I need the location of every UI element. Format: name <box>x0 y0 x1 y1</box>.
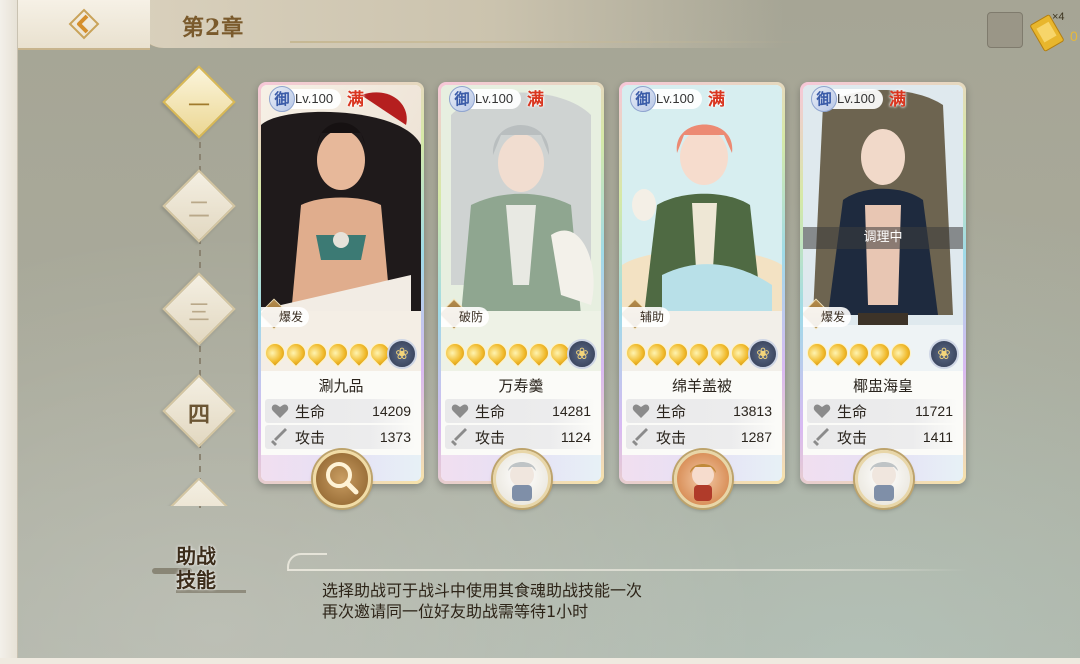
max-badge: 满 <box>889 90 906 110</box>
max-badge: 满 <box>708 90 725 110</box>
tab-chapter-3-label: 三 <box>187 301 210 326</box>
yu-badge-icon: 御 <box>449 86 475 112</box>
tab-chapter-1-label: 一 <box>187 94 210 119</box>
role-tag: 辅助 <box>622 307 671 327</box>
skill-divider <box>288 569 968 571</box>
hp-value: 14281 <box>552 403 591 419</box>
ticket-count-secondary: 0 <box>1070 28 1078 44</box>
chibi-avatar-icon <box>870 462 898 501</box>
role-tag: 破防 <box>441 307 490 327</box>
atk-label: 攻击 <box>837 428 868 447</box>
role-tag: 爆发 <box>261 307 310 327</box>
ticket-count: ×4 <box>1052 11 1065 23</box>
atk-value: 1124 <box>560 429 591 445</box>
friend-avatar-button[interactable] <box>493 450 551 508</box>
character-name: 万寿羹 <box>498 377 544 395</box>
element-icon: ❀ <box>748 339 778 369</box>
helper-card[interactable]: 御 Lv.100 满 破防 ❀ 万寿羹 生命 14281 攻击 1124 <box>438 82 604 484</box>
header-divider <box>290 41 810 43</box>
max-badge: 满 <box>347 90 364 110</box>
tab-chapter-4-label: 四 <box>187 402 210 428</box>
atk-label: 攻击 <box>475 428 506 447</box>
atk-label: 攻击 <box>656 428 687 447</box>
heart-icon <box>811 400 833 422</box>
character-portrait <box>622 85 782 371</box>
character-portrait <box>441 85 601 371</box>
yu-badge-icon: 御 <box>811 86 837 112</box>
sword-icon <box>811 426 833 448</box>
search-icon <box>326 462 359 495</box>
heart-icon <box>269 400 291 422</box>
level-text: Lv.100 <box>837 91 876 106</box>
atk-value: 1373 <box>379 429 411 445</box>
menu-slot-button[interactable] <box>987 12 1023 48</box>
star-rating <box>261 338 395 368</box>
hp-row: 生命 13813 <box>626 399 776 423</box>
level-text: Lv.100 <box>656 91 695 106</box>
star-rating <box>803 338 916 368</box>
chibi-avatar-icon <box>508 462 536 501</box>
tab-chapter-2-label: 二 <box>187 198 210 223</box>
helper-card[interactable]: 调理中 御 Lv.100 满 爆发 ❀ 椰盅海皇 生命 11721 攻击 1411 <box>800 82 966 484</box>
skill-section-title: 助战 技能 <box>176 544 236 592</box>
hp-label: 生命 <box>656 402 687 421</box>
star-icon <box>886 338 916 368</box>
hp-value: 14209 <box>372 403 411 419</box>
star-rating <box>441 338 575 368</box>
skill-title-line1: 助战 <box>176 544 216 568</box>
character-name: 绵羊盖被 <box>671 377 732 395</box>
helper-card[interactable]: 御 Lv.100 满 辅助 ❀ 绵羊盖被 生命 13813 攻击 1287 <box>619 82 785 484</box>
heart-icon <box>630 400 652 422</box>
back-arrow-icon <box>67 7 101 41</box>
hp-value: 13813 <box>733 403 772 419</box>
element-icon: ❀ <box>929 339 959 369</box>
skill-description-line2: 再次邀请同一位好友助战需等待1小时 <box>322 602 589 621</box>
atk-row: 攻击 1373 <box>265 425 415 449</box>
atk-row: 攻击 1287 <box>626 425 776 449</box>
character-name: 涮九品 <box>318 377 364 395</box>
star-rating <box>622 338 756 368</box>
atk-label: 攻击 <box>295 428 326 447</box>
level-text: Lv.100 <box>295 91 334 106</box>
sword-icon <box>449 426 471 448</box>
yu-badge-icon: 御 <box>269 86 295 112</box>
bottom-edge-bar <box>0 658 1080 664</box>
search-helper-button[interactable] <box>313 450 371 508</box>
atk-row: 攻击 1124 <box>445 425 595 449</box>
tab-chapter-5-label: 五 <box>169 500 229 506</box>
atk-value: 1411 <box>922 429 953 445</box>
skill-title-line2: 技能 <box>176 568 216 592</box>
hp-row: 生命 14209 <box>265 399 415 423</box>
atk-value: 1287 <box>740 429 772 445</box>
tab-chapter-5-clip: 五 <box>160 478 240 506</box>
left-edge-bar <box>0 0 18 664</box>
sword-icon <box>269 426 291 448</box>
element-icon: ❀ <box>387 339 417 369</box>
hp-value: 11721 <box>915 403 953 419</box>
character-name: 椰盅海皇 <box>852 377 913 395</box>
status-banner: 调理中 <box>803 227 963 249</box>
hp-row: 生命 14281 <box>445 399 595 423</box>
hp-label: 生命 <box>475 402 506 421</box>
hp-label: 生命 <box>837 402 868 421</box>
heart-icon <box>449 400 471 422</box>
chapter-title: 第2章 <box>182 15 245 41</box>
friend-avatar-button[interactable] <box>674 450 732 508</box>
back-button[interactable] <box>18 0 150 50</box>
level-text: Lv.100 <box>475 91 514 106</box>
max-badge: 满 <box>527 90 544 110</box>
role-tag: 爆发 <box>803 307 852 327</box>
character-portrait <box>261 85 421 371</box>
friend-avatar-button[interactable] <box>855 450 913 508</box>
chibi-avatar-icon <box>690 464 716 501</box>
atk-row: 攻击 1411 <box>807 425 957 449</box>
hp-label: 生命 <box>295 402 326 421</box>
element-icon: ❀ <box>567 339 597 369</box>
yu-badge-icon: 御 <box>630 86 656 112</box>
helper-card[interactable]: 御 Lv.100 满 爆发 ❀ 涮九品 生命 14209 攻击 1373 <box>258 82 424 484</box>
hp-row: 生命 11721 <box>807 399 957 423</box>
sword-icon <box>630 426 652 448</box>
